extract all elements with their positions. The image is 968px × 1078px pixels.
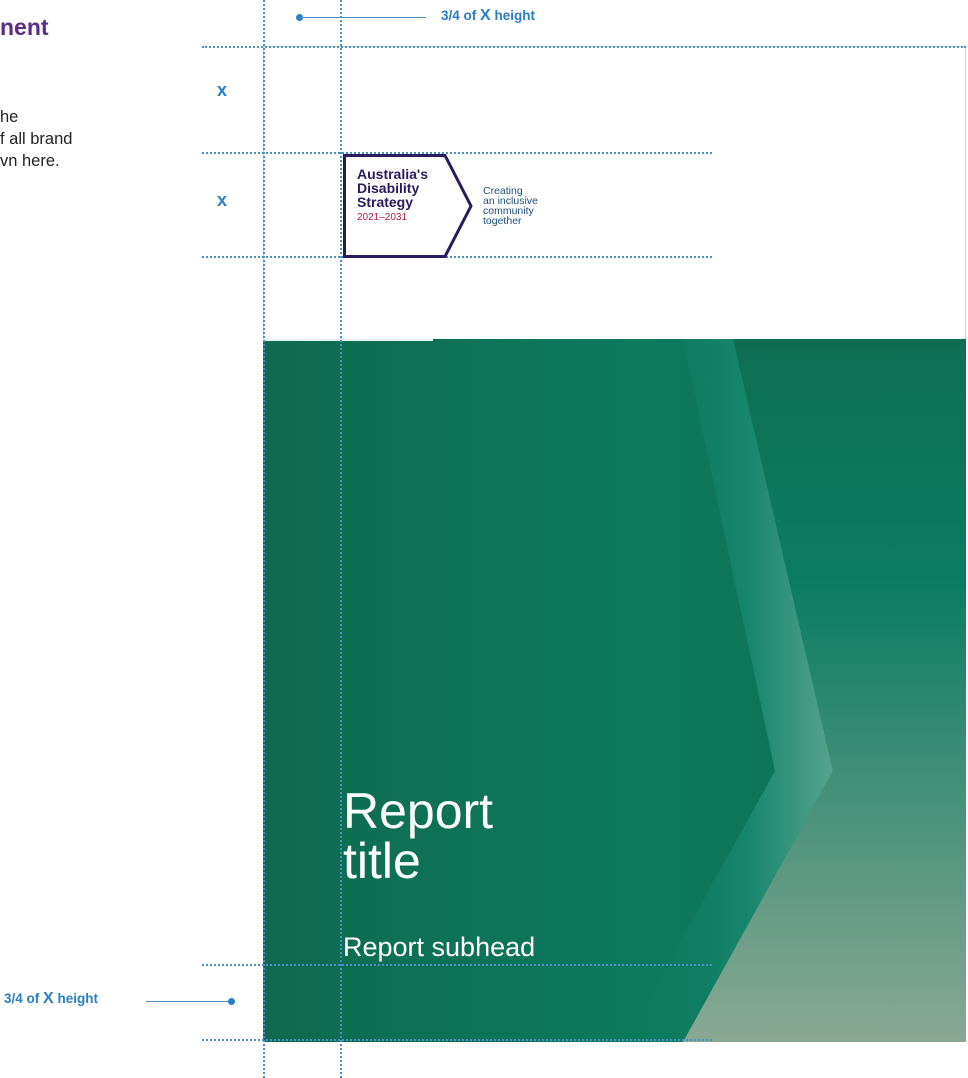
annotation-bottom-prefix: 3/4 of: [4, 991, 40, 1006]
annotation-bottom-x: X: [43, 990, 54, 1007]
logo-line-2: Disability: [357, 180, 420, 196]
report-title-line-1: Report: [343, 783, 494, 839]
logo-line-3: Strategy: [357, 194, 414, 210]
guide-page-bottom: [202, 1039, 712, 1041]
guide-page-top: [202, 46, 966, 48]
logo-years: 2021–2031: [357, 212, 408, 223]
guide-subhead-baseline: [202, 964, 712, 966]
intro-paragraph: he f all brand vn here.: [0, 106, 72, 172]
intro-line-1: he: [0, 108, 19, 126]
section-heading: nent: [0, 14, 49, 40]
logo-tagline: Creating an inclusive community together: [483, 186, 538, 227]
annotation-top-prefix: 3/4 of: [441, 8, 477, 23]
annotation-bottom: 3/4 of X height: [4, 990, 98, 1008]
x-marker-top: x: [217, 80, 228, 100]
report-title-line-2: title: [343, 833, 421, 889]
annotation-leader-top: [300, 17, 426, 18]
margin-guide-inner: [340, 0, 342, 1078]
annotation-leader-bottom: [146, 1001, 230, 1002]
annotation-top-x: X: [480, 7, 491, 24]
annotation-bottom-suffix: height: [57, 991, 98, 1006]
intro-line-3: vn here.: [0, 152, 60, 170]
intro-line-2: f all brand: [0, 130, 73, 148]
logo-line-1: Australia's: [357, 166, 429, 182]
annotation-top-suffix: height: [494, 8, 535, 23]
annotation-top: 3/4 of X height: [441, 7, 535, 25]
x-marker-logo: x: [217, 190, 228, 210]
report-title: Report title: [343, 786, 493, 886]
report-subhead: Report subhead: [343, 932, 536, 962]
margin-guide-left: [263, 0, 265, 1078]
annotation-dot-bottom: [228, 998, 235, 1005]
logo-wordmark: Australia's Disability Strategy: [357, 167, 428, 209]
tagline-line-4: together: [483, 215, 522, 227]
